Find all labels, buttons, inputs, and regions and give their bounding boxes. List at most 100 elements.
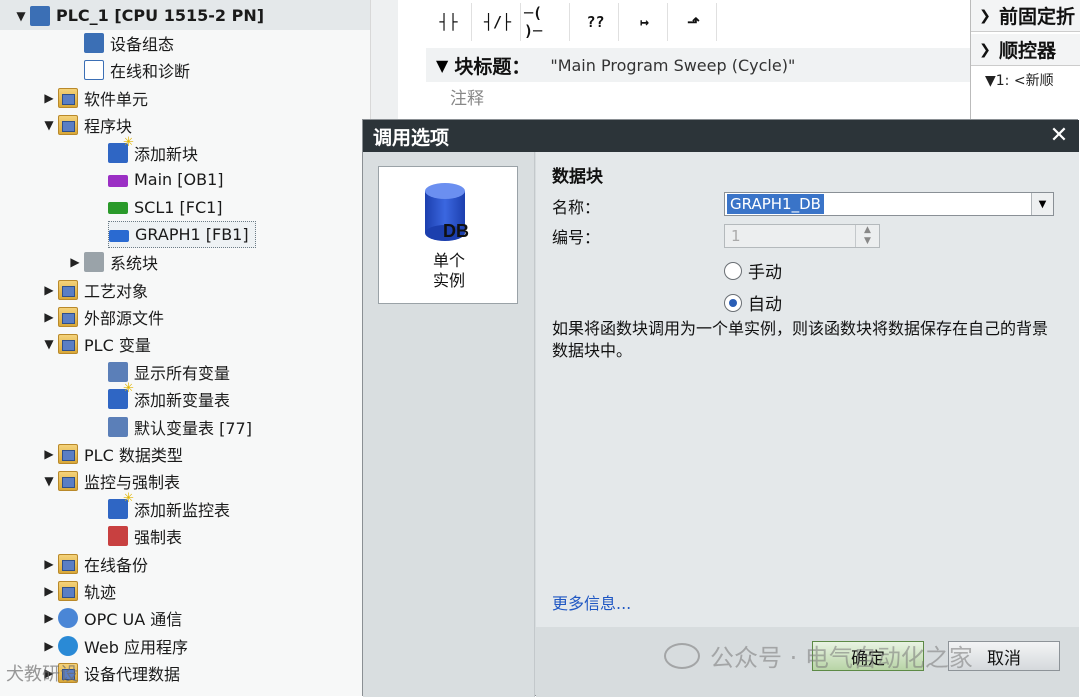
add-block-icon <box>108 135 134 163</box>
tree-item[interactable]: 添加新块 <box>108 135 198 166</box>
tree-item-label: 强制表 <box>134 528 183 548</box>
chevron-down-icon[interactable]: ❯ <box>971 42 999 58</box>
collapse-icon[interactable]: ▼ <box>436 56 448 75</box>
auto-radio[interactable]: 自动 <box>724 290 782 315</box>
auto-radio-button[interactable] <box>724 293 742 312</box>
manual-radio-button[interactable] <box>724 261 742 280</box>
tree-item[interactable]: SCL1 [FC1] <box>108 194 223 221</box>
fb-block-icon <box>109 229 129 242</box>
sequence-item[interactable]: ▼1: <新顺 <box>985 70 1054 90</box>
expand-arrow-icon[interactable]: ▶ <box>40 639 58 653</box>
technology-objects-icon <box>58 279 78 300</box>
tree-item[interactable]: ▶ 外部源文件 <box>40 303 164 330</box>
tree-item[interactable]: ▶ PLC 数据类型 <box>40 440 183 467</box>
tree-item-label: 软件单元 <box>84 89 149 109</box>
tree-item[interactable]: 默认变量表 [77] <box>108 413 252 440</box>
tree-item-label: 显示所有变量 <box>134 363 231 383</box>
tree-item[interactable]: 设备组态 <box>84 29 174 56</box>
right-row-1[interactable]: ❯ 前固定折 <box>971 0 1080 32</box>
expand-icon[interactable]: ❯ <box>971 8 999 24</box>
fc-block-icon <box>108 202 128 215</box>
coil-button[interactable]: ─( )─ <box>524 3 570 41</box>
show-all-tags-icon <box>108 361 128 382</box>
name-combobox[interactable]: GRAPH1_DB ▼ <box>724 192 1054 216</box>
collapse-arrow-icon[interactable]: ▼ <box>40 474 58 488</box>
tree-item[interactable]: ▶ 工艺对象 <box>40 276 148 303</box>
web-app-icon <box>58 635 78 656</box>
tree-item[interactable]: ▼ 程序块 <box>40 112 132 139</box>
tree-item[interactable]: 添加新变量表 <box>108 381 230 413</box>
tree-item-label: 默认变量表 [77] <box>134 418 252 438</box>
tree-item-label: 监控与强制表 <box>84 473 181 493</box>
expand-arrow-icon[interactable]: ▶ <box>66 255 84 269</box>
expand-arrow-icon[interactable]: ▶ <box>40 611 58 625</box>
tree-item[interactable]: 在线和诊断 <box>84 57 190 84</box>
plc-data-types-icon <box>58 443 78 464</box>
no-contact-button[interactable]: ┤├ <box>426 3 472 41</box>
tree-item[interactable]: ▼ PLC 变量 <box>40 331 151 358</box>
device-config-icon <box>84 32 104 53</box>
tree-item-label: 添加新监控表 <box>134 500 231 520</box>
tree-item-label: SCL1 [FC1] <box>134 197 223 217</box>
traces-icon <box>58 580 78 601</box>
close-icon[interactable]: ✕ <box>1047 124 1071 148</box>
number-stepper: 1 ▲ ▼ <box>724 224 880 248</box>
tree-item-label: 在线备份 <box>84 555 149 575</box>
right-row-2[interactable]: ❯ 顺控器 <box>971 34 1080 66</box>
block-title-value[interactable]: "Main Program Sweep (Cycle)" <box>550 56 795 75</box>
dialog-title: 调用选项 <box>363 120 1079 152</box>
tree-item[interactable]: 添加新监控表 <box>108 491 231 522</box>
tree-item[interactable]: ▶ OPC UA 通信 <box>40 605 182 632</box>
comment-field[interactable]: 注释 <box>450 84 484 109</box>
collapse-arrow-icon[interactable]: ▼ <box>40 118 58 132</box>
more-info-link[interactable]: 更多信息... <box>552 590 631 614</box>
nc-contact-button[interactable]: ┤/├ <box>475 3 521 41</box>
expand-arrow-icon[interactable]: ▶ <box>40 283 58 297</box>
tree-item[interactable]: ▶ Web 应用程序 <box>40 632 188 659</box>
manual-radio[interactable]: 手动 <box>724 258 782 283</box>
expand-arrow-icon[interactable]: ▶ <box>40 310 58 324</box>
tree-item-label: Main [OB1] <box>134 170 224 190</box>
single-instance-card[interactable]: DB 单个 实例 <box>378 166 518 304</box>
tree-item[interactable]: 强制表 <box>108 523 182 550</box>
tree-item[interactable]: ▶ 在线备份 <box>40 550 148 577</box>
number-label: 编号： <box>552 228 601 247</box>
tree-item[interactable]: ▼ 监控与强制表 <box>40 468 180 495</box>
tree-item[interactable]: GRAPH1 [FB1] <box>108 221 256 249</box>
collapse-arrow-icon[interactable]: ▼ <box>40 337 58 351</box>
watermark: 公众号 · 电气自动化之家 <box>664 638 973 673</box>
external-source-icon <box>58 306 78 327</box>
expand-arrow-icon[interactable]: ▶ <box>40 91 58 105</box>
tree-item[interactable]: ▶ 软件单元 <box>40 84 148 111</box>
tree-item[interactable]: ▶ 轨迹 <box>40 577 116 604</box>
block-title-label: 块标题： <box>454 55 531 78</box>
collapse-arrow-icon[interactable]: ▼ <box>12 9 30 23</box>
close-branch-button[interactable]: ⬏ <box>671 3 717 41</box>
wechat-icon <box>664 642 700 669</box>
tree-item-label: 在线和诊断 <box>110 62 191 82</box>
force-table-icon <box>108 526 128 547</box>
watch-force-tables-icon <box>58 471 78 492</box>
open-branch-button[interactable]: ↦ <box>622 3 668 41</box>
expand-arrow-icon[interactable]: ▶ <box>40 557 58 571</box>
expand-arrow-icon[interactable]: ▶ <box>40 447 58 461</box>
expand-arrow-icon[interactable]: ▶ <box>40 584 58 598</box>
opc-ua-icon <box>58 608 78 629</box>
dialog-right-pane: 数据块 名称： GRAPH1_DB ▼ 编号： 1 ▲ ▼ 手动 自动 如果将函数… <box>536 152 1079 627</box>
tree-item-label: PLC 数据类型 <box>84 445 183 465</box>
tree-item-label: Web 应用程序 <box>84 637 188 657</box>
cpu-icon <box>30 5 50 26</box>
description-text: 如果将函数块调用为一个单实例，则该函数块将数据保存在自己的背景数据块中。 <box>552 319 1049 360</box>
single-instance-label: 单个 实例 <box>432 251 465 290</box>
tree-item[interactable]: Main [OB1] <box>108 166 224 193</box>
empty-box-button[interactable]: ?? <box>573 3 619 41</box>
tree-item[interactable]: ▶ 系统块 <box>66 249 158 276</box>
online-diagnostics-icon <box>84 60 104 81</box>
software-unit-icon <box>58 87 78 108</box>
tree-item-label: 工艺对象 <box>84 281 149 301</box>
dropdown-arrow-icon[interactable]: ▼ <box>1031 193 1053 215</box>
tree-item[interactable]: ▼ PLC_1 [CPU 1515-2 PN] <box>12 2 264 29</box>
name-value[interactable]: GRAPH1_DB <box>727 194 824 214</box>
ladder-toolbar: ┤├ ┤/├ ─( )─ ?? ↦ ⬏ <box>426 0 970 44</box>
tree-item-label: 系统块 <box>110 254 159 274</box>
